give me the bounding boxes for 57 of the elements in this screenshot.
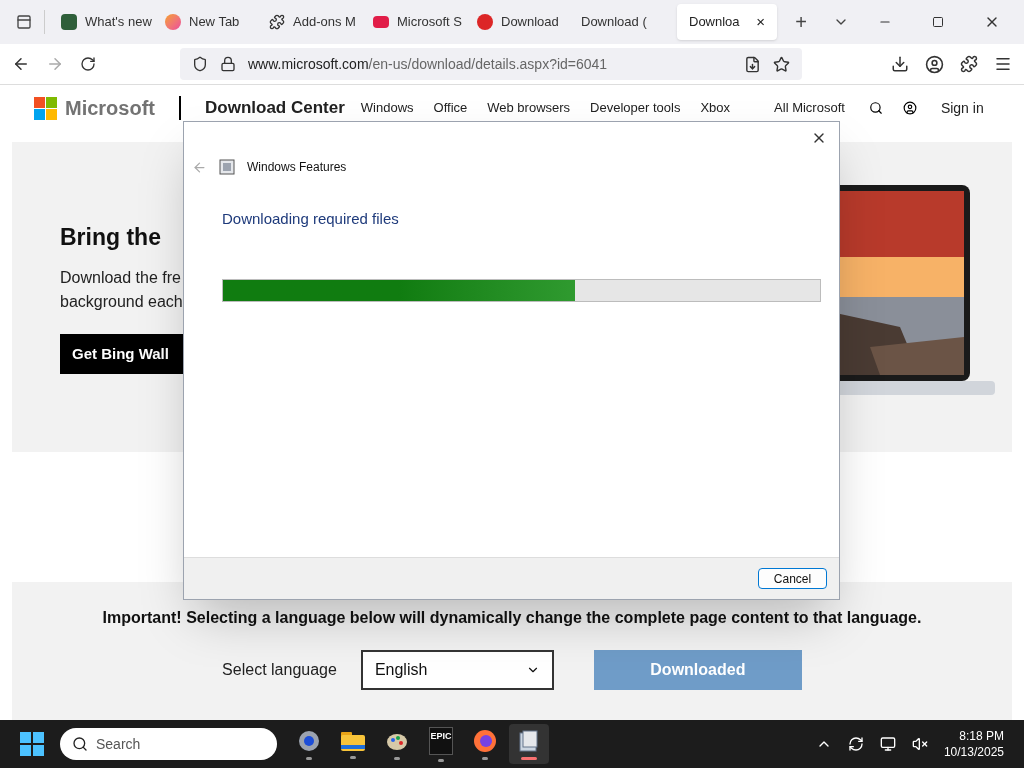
browser-tab[interactable]: Download ( — [573, 4, 673, 40]
windows-start-icon[interactable] — [20, 732, 44, 756]
windows-logo-icon — [34, 96, 57, 120]
browser-tab[interactable]: What's new — [53, 4, 153, 40]
window-features-icon — [219, 159, 235, 175]
account-icon[interactable] — [925, 54, 944, 74]
language-label: Select language — [222, 660, 337, 680]
dialog-heading: Downloading required files — [222, 209, 400, 229]
browser-tab[interactable]: Download — [469, 4, 569, 40]
clock[interactable]: 8:18 PM 10/13/2025 — [943, 728, 1004, 760]
all-microsoft-menu[interactable]: All Microsoft — [774, 98, 845, 118]
cancel-button[interactable]: Cancel — [758, 568, 827, 589]
folder-icon — [340, 729, 366, 752]
tab-list-icon[interactable] — [16, 14, 32, 30]
lock-icon — [220, 56, 236, 72]
hero-text: background each — [60, 292, 183, 313]
menu-icon[interactable] — [994, 55, 1012, 73]
browser-tab[interactable]: Microsoft S — [365, 4, 465, 40]
brand-name: Microsoft — [65, 96, 155, 121]
hero-title: Bring the — [60, 222, 161, 252]
url-text: www.microsoft.com/en-us/download/details.aspx?id=6041 — [248, 54, 608, 74]
address-bar[interactable]: www.microsoft.com/en-us/download/details.aspx?id=6041 — [180, 48, 802, 80]
network-icon[interactable] — [879, 736, 896, 752]
browser-tab[interactable]: New Tab — [157, 4, 257, 40]
browser-tab[interactable]: Downloa × — [677, 4, 777, 40]
restore-icon[interactable] — [932, 16, 944, 28]
puzzle-icon[interactable] — [960, 55, 978, 73]
sign-in-link[interactable]: Sign in — [940, 97, 984, 119]
browser-tab[interactable]: Add-ons M — [261, 4, 361, 40]
nav-link[interactable]: Office — [433, 98, 468, 118]
language-select[interactable]: English — [360, 650, 554, 690]
language-notice: Important! Selecting a language below will dynamically change the complete page content to that language. — [102, 608, 922, 628]
reload-icon[interactable] — [80, 56, 96, 72]
search-icon[interactable] — [868, 101, 883, 115]
taskbar-search[interactable]: Search — [60, 728, 277, 760]
muted-speaker-icon[interactable] — [911, 736, 928, 752]
nav-link[interactable]: Windows — [360, 98, 414, 118]
section-title: Download Center — [205, 97, 345, 120]
page-download-icon[interactable] — [744, 55, 761, 73]
star-icon[interactable] — [773, 55, 790, 73]
sync-icon[interactable] — [847, 736, 864, 752]
puzzle-icon — [269, 14, 285, 30]
taskbar-app[interactable] — [509, 724, 549, 764]
hero-text: Download the fre — [60, 268, 181, 289]
download-icon[interactable] — [891, 55, 909, 73]
shield-icon — [192, 56, 208, 72]
search-icon — [72, 736, 88, 752]
dialog-title: Windows Features — [247, 159, 347, 176]
close-tab-button[interactable]: × — [756, 10, 765, 34]
nav-link[interactable]: Developer tools — [590, 98, 681, 118]
nav-link[interactable]: Web browsers — [487, 98, 571, 118]
account-icon[interactable] — [902, 101, 917, 115]
nav-link[interactable]: Xbox — [700, 98, 731, 118]
epic-logo-icon: EPIC — [429, 726, 453, 755]
new-tab-button[interactable]: + — [789, 7, 813, 37]
installer-icon — [518, 728, 540, 753]
taskbar-app[interactable]: EPIC — [421, 724, 461, 764]
